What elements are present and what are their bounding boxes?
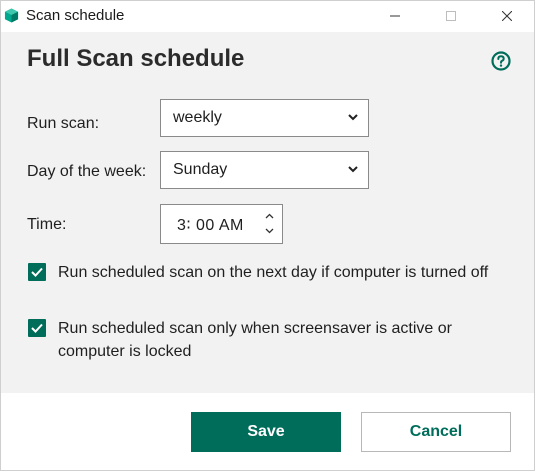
checkmark-icon <box>31 323 43 333</box>
cancel-button[interactable]: Cancel <box>361 412 511 452</box>
day-of-week-value: Sunday <box>173 161 228 178</box>
save-button[interactable]: Save <box>191 412 341 452</box>
maximize-icon <box>446 11 456 21</box>
chevron-up-icon[interactable] <box>265 213 274 219</box>
help-icon[interactable] <box>491 51 511 71</box>
chevron-down-icon[interactable] <box>265 228 274 234</box>
screensaver-checkbox[interactable] <box>28 319 46 337</box>
title-bar: Scan schedule <box>1 1 534 32</box>
minimize-button[interactable] <box>372 1 418 32</box>
dialog-footer: Save Cancel <box>1 393 534 470</box>
scan-schedule-window: Scan schedule Full Scan schedule Run sca… <box>0 0 535 471</box>
kaspersky-app-icon <box>4 8 19 23</box>
page-title: Full Scan schedule <box>27 45 245 72</box>
next-day-checkbox[interactable] <box>28 263 46 281</box>
close-button[interactable] <box>484 1 530 32</box>
time-input[interactable]: 3∶ 00 AM <box>160 204 283 244</box>
checkmark-icon <box>31 267 43 277</box>
chevron-down-icon <box>348 166 358 173</box>
time-label: Time: <box>27 216 67 233</box>
minimize-icon <box>390 15 400 17</box>
day-of-week-select[interactable]: Sunday <box>160 151 369 189</box>
run-scan-label: Run scan: <box>27 115 100 132</box>
time-value: 3∶ 00 AM <box>177 217 244 234</box>
run-scan-select[interactable]: weekly <box>160 99 369 137</box>
screensaver-label: Run scheduled scan only when screensaver… <box>58 320 452 360</box>
next-day-label: Run scheduled scan on the next day if co… <box>58 264 489 281</box>
close-icon <box>502 11 512 21</box>
run-scan-value: weekly <box>173 109 222 126</box>
chevron-down-icon <box>348 114 358 121</box>
maximize-button[interactable] <box>428 1 474 32</box>
day-of-week-label: Day of the week: <box>27 163 147 180</box>
window-title: Scan schedule <box>26 7 125 24</box>
